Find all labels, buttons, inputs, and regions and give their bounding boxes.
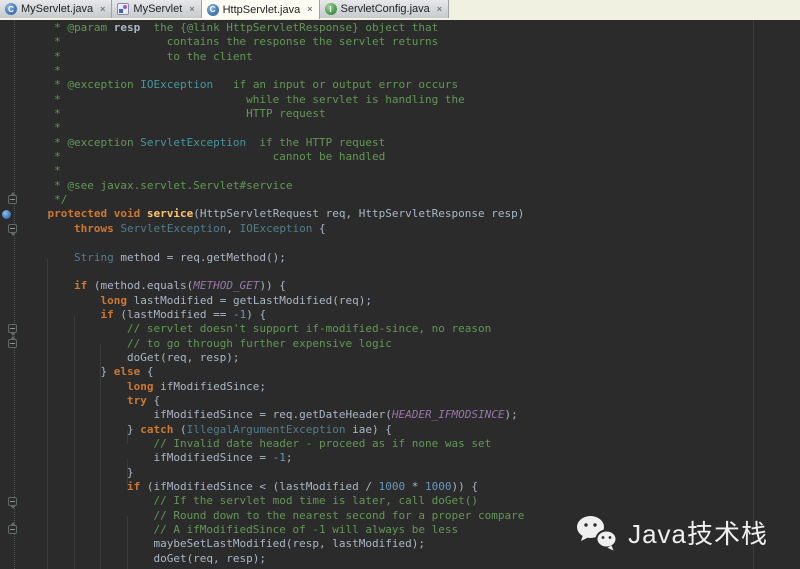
tab-myservlet[interactable]: MyServlet × [112,0,201,18]
code-line: // to go through further expensive logic [21,337,524,351]
fold-down-icon[interactable] [8,224,17,233]
code-line: long lastModified = getLastModified(req)… [21,294,524,308]
servlet-icon [117,3,129,15]
code-line: if (lastModified == -1) { [21,308,524,322]
tab-close-icon[interactable]: × [189,5,194,14]
code-editor[interactable]: * @param resp the {@link HttpServletResp… [0,20,800,569]
code-line: String method = req.getMethod(); [21,251,524,265]
tab-label: HttpServlet.java [223,4,301,16]
tab-close-icon[interactable]: × [100,5,105,14]
code-line: // A ifModifiedSince of -1 will always b… [21,523,524,537]
code-line: * [21,121,524,135]
code-line: * @see javax.servlet.Servlet#service [21,179,524,193]
override-indicator-icon[interactable] [2,210,11,219]
tab-close-icon[interactable]: × [307,5,312,14]
code-line: * HTTP request [21,107,524,121]
class-icon: C [207,4,219,16]
code-line: if (ifModifiedSince < (lastModified / 10… [21,480,524,494]
code-line [21,265,524,279]
fold-up-icon[interactable] [8,195,17,204]
tab-label: ServletConfig.java [341,3,430,15]
fold-down-icon[interactable] [8,324,17,333]
code-line: * [21,164,524,178]
code-line: doGet(req, resp); [21,351,524,365]
code-area[interactable]: * @param resp the {@link HttpServletResp… [0,20,524,566]
code-line: long ifModifiedSince; [21,380,524,394]
watermark: Java技术栈 [576,514,768,551]
code-line: // Invalid date header - proceed as if n… [21,437,524,451]
code-line: * @exception IOException if an input or … [21,78,524,92]
tab-servletconfig-java[interactable]: I ServletConfig.java × [320,0,450,18]
code-line [21,236,524,250]
code-line: } catch (IllegalArgumentException iae) { [21,423,524,437]
code-line: * while the servlet is handling the [21,93,524,107]
code-line: * to the client [21,50,524,64]
code-line: } else { [21,365,524,379]
fold-up-icon[interactable] [8,339,17,348]
code-line: maybeSetLastModified(resp, lastModified)… [21,537,524,551]
code-line: * @exception ServletException if the HTT… [21,136,524,150]
tab-httpservlet-java[interactable]: C HttpServlet.java × [202,0,320,19]
fold-up-icon[interactable] [8,525,17,534]
code-line: */ [21,193,524,207]
code-line: doGet(req, resp); [21,552,524,566]
code-line: // servlet doesn't support if-modified-s… [21,322,524,336]
code-line: } [21,466,524,480]
wechat-icon [576,515,618,551]
code-line: throws ServletException, IOException { [21,222,524,236]
code-line: ifModifiedSince = -1; [21,451,524,465]
code-line: // If the servlet mod time is later, cal… [21,494,524,508]
code-line: // Round down to the nearest second for … [21,509,524,523]
code-line: * contains the response the servlet retu… [21,35,524,49]
code-line: try { [21,394,524,408]
tab-myservlet-java[interactable]: C MyServlet.java × [0,0,112,18]
code-line: * cannot be handled [21,150,524,164]
tab-close-icon[interactable]: × [437,5,442,14]
code-line: ifModifiedSince = req.getDateHeader(HEAD… [21,408,524,422]
fold-down-icon[interactable] [8,497,17,506]
watermark-text: Java技术栈 [628,514,768,551]
code-line: if (method.equals(METHOD_GET)) { [21,279,524,293]
code-line: * [21,64,524,78]
code-line: protected void service(HttpServletReques… [21,207,524,221]
code-line: * @param resp the {@link HttpServletResp… [21,21,524,35]
interface-icon: I [325,3,337,15]
tab-label: MyServlet [133,3,182,15]
tab-label: MyServlet.java [21,3,93,15]
class-icon: C [5,3,17,15]
editor-tab-bar: C MyServlet.java × MyServlet × C HttpServlet.j… [0,0,800,20]
right-margin-guide [753,20,754,569]
